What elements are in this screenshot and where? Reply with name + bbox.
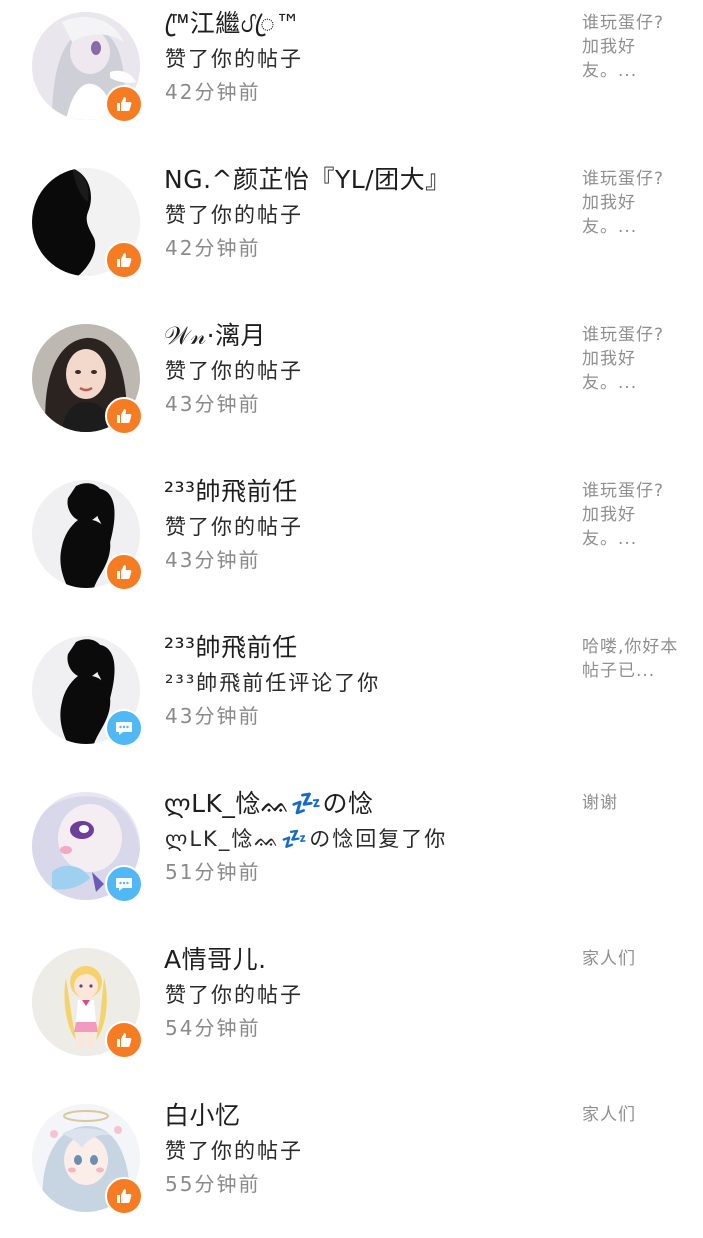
post-preview[interactable]: 谁玩蛋仔?加我好友。... xyxy=(582,479,682,551)
timestamp: 43分钟前 xyxy=(165,704,261,728)
thumbs-up-icon xyxy=(117,565,132,579)
post-preview[interactable]: 哈喽,你好本帖子已... xyxy=(582,635,682,683)
action-text: 赞了你的帖子 xyxy=(165,1139,303,1163)
timestamp: 42分钟前 xyxy=(165,80,261,104)
timestamp: 43分钟前 xyxy=(165,548,261,572)
comment-icon xyxy=(116,722,132,735)
thumbs-up-icon xyxy=(117,409,132,423)
action-text: 赞了你的帖子 xyxy=(165,47,303,71)
thumbs-up-icon xyxy=(117,1189,132,1203)
post-preview[interactable]: 谁玩蛋仔?加我好友。... xyxy=(582,11,682,83)
action-text: 赞了你的帖子 xyxy=(165,515,303,539)
notification-item[interactable]: 白小忆 赞了你的帖子 55分钟前 家人们 xyxy=(0,1082,703,1238)
user-name[interactable]: ლLK_惗ᨐ💤の惗 xyxy=(164,788,374,820)
user-name[interactable]: 𝒲𝓃·漓月 xyxy=(164,320,266,352)
notification-item[interactable]: A情哥儿. 赞了你的帖子 54分钟前 家人们 xyxy=(0,926,703,1082)
post-preview[interactable]: 家人们 xyxy=(582,947,682,971)
thumbs-up-icon xyxy=(117,253,132,267)
timestamp: 54分钟前 xyxy=(165,1016,261,1040)
like-badge xyxy=(105,553,143,591)
notification-item[interactable]: ლLK_惗ᨐ💤の惗 ლLK_惗ᨐ💤の惗回复了你 51分钟前 谢谢 xyxy=(0,770,703,926)
comment-badge xyxy=(105,709,143,747)
like-badge xyxy=(105,397,143,435)
comment-badge xyxy=(105,865,143,903)
action-text: 赞了你的帖子 xyxy=(165,203,303,227)
thumbs-up-icon xyxy=(117,97,132,111)
like-badge xyxy=(105,85,143,123)
notification-item[interactable]: NG.^颜芷怡『YL/团大』 赞了你的帖子 42分钟前 谁玩蛋仔?加我好友。..… xyxy=(0,146,703,302)
notification-item[interactable]: ™ꦿ江繼ᦔꦿ™ 赞了你的帖子 42分钟前 谁玩蛋仔?加我好友。... xyxy=(0,0,703,146)
user-name[interactable]: ²³³帥飛前任 xyxy=(164,476,298,508)
notification-item[interactable]: ²³³帥飛前任 ²³³帥飛前任评论了你 43分钟前 哈喽,你好本帖子已... xyxy=(0,614,703,770)
user-name[interactable]: ²³³帥飛前任 xyxy=(164,632,298,664)
action-text: 赞了你的帖子 xyxy=(165,983,303,1007)
action-text: ლLK_惗ᨐ💤の惗回复了你 xyxy=(165,827,448,851)
post-preview[interactable]: 谢谢 xyxy=(582,791,682,815)
comment-icon xyxy=(116,878,132,891)
timestamp: 51分钟前 xyxy=(165,860,261,884)
notification-item[interactable]: 𝒲𝓃·漓月 赞了你的帖子 43分钟前 谁玩蛋仔?加我好友。... xyxy=(0,302,703,458)
user-name[interactable]: ™ꦿ江繼ᦔꦿ™ xyxy=(164,8,301,40)
like-badge xyxy=(105,1021,143,1059)
user-name[interactable]: NG.^颜芷怡『YL/团大』 xyxy=(164,164,451,196)
post-preview[interactable]: 谁玩蛋仔?加我好友。... xyxy=(582,323,682,395)
notification-list: ™ꦿ江繼ᦔꦿ™ 赞了你的帖子 42分钟前 谁玩蛋仔?加我好友。... NG.^颜… xyxy=(0,0,703,1238)
action-text: 赞了你的帖子 xyxy=(165,359,303,383)
post-preview[interactable]: 家人们 xyxy=(582,1103,682,1127)
timestamp: 42分钟前 xyxy=(165,236,261,260)
user-name[interactable]: A情哥儿. xyxy=(164,944,267,976)
timestamp: 43分钟前 xyxy=(165,392,261,416)
post-preview[interactable]: 谁玩蛋仔?加我好友。... xyxy=(582,167,682,239)
user-name[interactable]: 白小忆 xyxy=(164,1100,241,1132)
action-text: ²³³帥飛前任评论了你 xyxy=(165,671,381,695)
notification-item[interactable]: ²³³帥飛前任 赞了你的帖子 43分钟前 谁玩蛋仔?加我好友。... xyxy=(0,458,703,614)
timestamp: 55分钟前 xyxy=(165,1172,261,1196)
like-badge xyxy=(105,1177,143,1215)
thumbs-up-icon xyxy=(117,1033,132,1047)
like-badge xyxy=(105,241,143,279)
